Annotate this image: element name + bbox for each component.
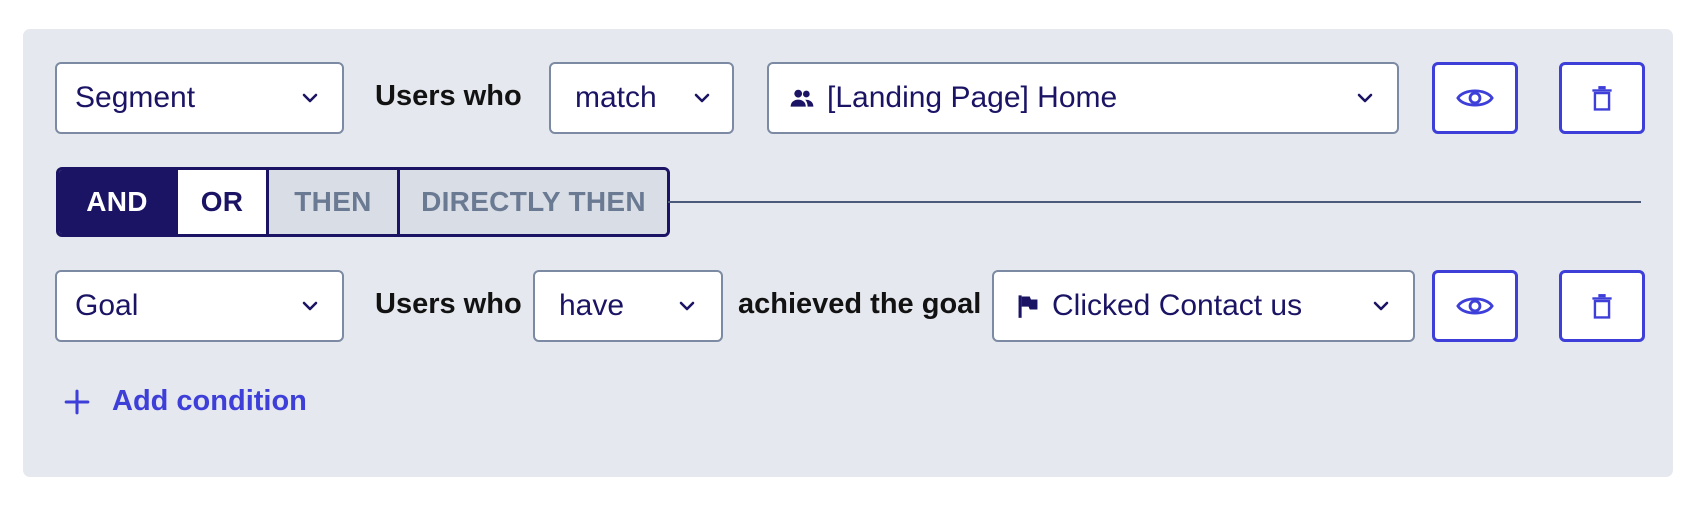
condition-2-users-who-label: Users who — [375, 288, 522, 320]
chevron-down-icon — [694, 93, 710, 103]
condition-1-value-text: [Landing Page] Home — [827, 81, 1118, 114]
condition-1-operator-value: match — [575, 81, 657, 114]
connector-directly-then-option[interactable]: DIRECTLY THEN — [397, 170, 667, 234]
connector-or-option[interactable]: OR — [175, 170, 266, 234]
condition-1-operator-select[interactable]: match — [549, 62, 734, 134]
connector-and-option[interactable]: AND — [59, 170, 175, 234]
logic-connector-toggle: AND OR THEN DIRECTLY THEN — [56, 167, 670, 237]
connector-divider-line — [668, 201, 1641, 203]
condition-2-operator-select[interactable]: have — [533, 270, 723, 342]
condition-2-delete-button[interactable] — [1559, 270, 1645, 342]
chevron-down-icon — [302, 93, 318, 103]
condition-1-users-who-label: Users who — [375, 80, 522, 112]
connector-then-option[interactable]: THEN — [266, 170, 397, 234]
chevron-down-icon — [1357, 93, 1373, 103]
plus-icon — [64, 389, 90, 414]
add-condition-button[interactable]: Add condition — [64, 385, 307, 418]
condition-2-achieved-goal-label: achieved the goal — [738, 288, 982, 320]
add-condition-label: Add condition — [112, 385, 307, 417]
users-icon — [790, 89, 814, 107]
condition-1-preview-button[interactable] — [1432, 62, 1518, 134]
condition-1-value-select[interactable]: [Landing Page] Home — [767, 62, 1399, 134]
condition-2-value-text: Clicked Contact us — [1052, 289, 1303, 322]
condition-1-type-select[interactable]: Segment — [55, 62, 344, 134]
eye-icon — [1456, 297, 1494, 315]
chevron-down-icon — [679, 301, 695, 311]
eye-icon — [1456, 89, 1494, 107]
flag-icon — [1018, 295, 1038, 318]
trash-icon — [1592, 86, 1612, 111]
condition-2-preview-button[interactable] — [1432, 270, 1518, 342]
condition-2-operator-value: have — [559, 289, 625, 322]
condition-1-delete-button[interactable] — [1559, 62, 1645, 134]
chevron-down-icon — [302, 301, 318, 311]
condition-2-type-value: Goal — [75, 289, 139, 322]
condition-1-type-value: Segment — [75, 81, 196, 114]
trash-icon — [1592, 294, 1612, 319]
condition-2-value-select[interactable]: Clicked Contact us — [992, 270, 1415, 342]
chevron-down-icon — [1373, 301, 1389, 311]
condition-2-type-select[interactable]: Goal — [55, 270, 344, 342]
